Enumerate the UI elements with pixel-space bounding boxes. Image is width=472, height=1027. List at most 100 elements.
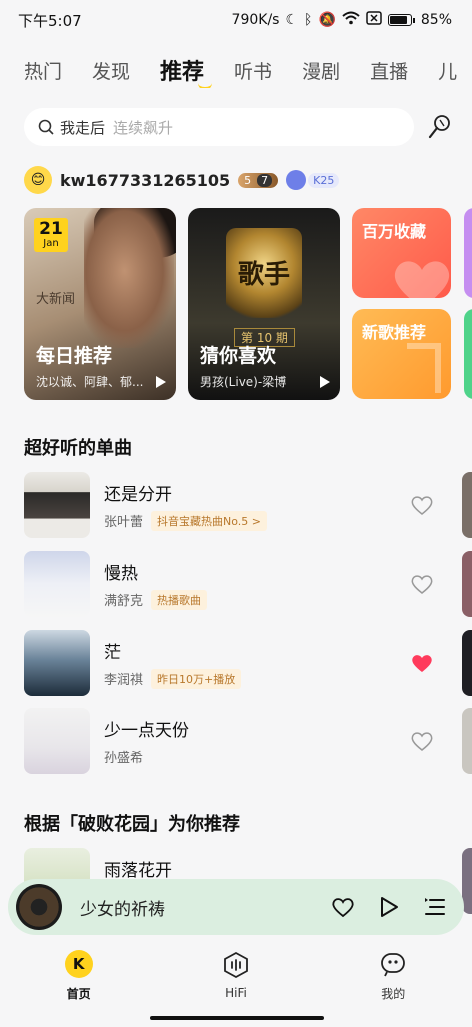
nav-hifi[interactable]: HiFi <box>196 950 276 1000</box>
bottom-nav: K 首页 HiFi 我的 <box>0 940 472 1010</box>
battery-tip <box>412 17 415 23</box>
bluetooth-icon: ᛒ <box>304 12 313 28</box>
song-title: 雨落花开 <box>104 861 172 881</box>
gesture-home-bar[interactable] <box>150 1016 324 1020</box>
k-badge-label: K25 <box>308 172 340 188</box>
nav-home-label: 首页 <box>66 986 91 1001</box>
cover-art-text: 大新闻 <box>36 292 76 307</box>
user-row[interactable]: 😊 kw1677331265105 5 7 K25 <box>24 166 340 194</box>
tab-recommend[interactable]: 推荐 <box>160 54 213 88</box>
username: kw1677331265105 <box>60 170 231 190</box>
next-cards-peek <box>464 208 472 400</box>
play-icon <box>381 897 398 917</box>
date-day: 21 <box>39 219 63 239</box>
song-artist: 李润祺 <box>104 673 144 688</box>
song-title: 还是分开 <box>104 484 172 505</box>
network-speed: 790K/s <box>231 12 280 28</box>
heart-decoration-icon <box>394 261 450 298</box>
song-info: 茫 李润祺 昨日10万+播放 <box>104 638 410 689</box>
tab-comic-drama[interactable]: 漫剧 <box>302 57 340 84</box>
new-songs-card-title: 新歌推荐 <box>362 323 427 342</box>
song-tag[interactable]: 抖音宝藏热曲No.5 > <box>151 510 267 531</box>
k-badge-icon <box>286 170 307 190</box>
new-songs-card[interactable]: 新歌推荐 <box>352 309 451 399</box>
song-artist: 孙盛希 <box>104 751 144 766</box>
mine-face-icon <box>378 949 408 979</box>
song-meta: 孙盛希 <box>104 747 410 766</box>
mini-card-stack: 百万收藏 新歌推荐 <box>352 208 451 400</box>
peek-cover <box>462 708 472 774</box>
nav-mine[interactable]: 我的 <box>353 949 433 1002</box>
k-badge[interactable]: K25 <box>286 170 340 190</box>
play-icon[interactable] <box>156 376 166 388</box>
level-badge[interactable]: 5 7 <box>238 172 279 188</box>
playlist-icon <box>425 898 445 915</box>
guess-card-subtitle: 男孩(Live)-梁博 <box>200 375 287 389</box>
date-badge: 21 Jan <box>34 218 68 252</box>
song-cover <box>24 708 90 774</box>
level-b: 7 <box>257 173 273 187</box>
player-song-title: 少女的祈祷 <box>80 899 165 920</box>
show-logo-text: 歌手 <box>238 260 291 290</box>
heart-outline-icon <box>332 898 354 918</box>
million-favorites-card[interactable]: 百万收藏 <box>352 208 451 298</box>
heart-outline-icon[interactable] <box>410 494 434 516</box>
peek-card-green[interactable] <box>464 309 472 399</box>
song-row[interactable]: 茫 李润祺 昨日10万+播放 <box>24 630 434 696</box>
peek-cover <box>462 551 472 617</box>
section-title-recommend: 根据「破败花园」为你推荐 <box>24 814 240 835</box>
song-info: 雨落花开 <box>104 848 434 881</box>
player-like-button[interactable] <box>330 894 356 920</box>
song-info: 少一点天份 孙盛希 <box>104 716 410 766</box>
cover-portrait-art <box>84 208 174 348</box>
song-title: 慢热 <box>104 563 138 584</box>
battery-icon <box>387 14 412 26</box>
daily-recommend-card[interactable]: 21 Jan 大新闻 每日推荐 沈以诚、阿肆、郁... <box>24 208 176 400</box>
song-row[interactable]: 还是分开 张叶蕾 抖音宝藏热曲No.5 > <box>24 472 434 538</box>
section-title-singles: 超好听的单曲 <box>24 438 132 459</box>
nav-mine-label: 我的 <box>381 986 406 1001</box>
guess-you-like-card[interactable]: 歌手 第 10 期 猜你喜欢 男孩(Live)-梁博 <box>188 208 340 400</box>
search-term: 我走后 <box>60 118 106 137</box>
tab-kids[interactable]: 儿 <box>438 57 457 84</box>
song-artist: 满舒克 <box>104 594 144 609</box>
tab-discover[interactable]: 发现 <box>92 57 130 84</box>
tab-hot[interactable]: 热门 <box>24 57 62 84</box>
song-row[interactable]: 少一点天份 孙盛希 <box>24 708 434 774</box>
voice-search-button[interactable] <box>426 113 454 141</box>
avatar[interactable]: 😊 <box>24 166 52 194</box>
player-cover-disc[interactable] <box>16 884 62 930</box>
home-k-icon: K <box>64 949 94 979</box>
favorites-card-title: 百万收藏 <box>362 222 427 241</box>
microphone-music-icon <box>428 115 450 139</box>
peek-cover <box>462 472 472 538</box>
search-input[interactable]: 我走后 连续飙升 <box>24 108 414 146</box>
nav-home[interactable]: K 首页 <box>39 949 119 1002</box>
moon-icon: ☾ <box>285 12 299 28</box>
player-play-button[interactable] <box>376 894 402 920</box>
play-icon[interactable] <box>320 376 330 388</box>
song-cover <box>24 551 90 617</box>
tab-live[interactable]: 直播 <box>370 57 408 84</box>
mini-player[interactable]: 少女的祈祷 <box>8 879 464 935</box>
playlist-button[interactable] <box>422 894 448 920</box>
heart-filled-icon[interactable] <box>410 652 434 674</box>
peek-card-purple[interactable] <box>464 208 472 298</box>
wifi-icon <box>342 11 360 29</box>
song-cover <box>24 472 90 538</box>
song-tag: 热播歌曲 <box>151 589 208 610</box>
level-a: 5 <box>244 173 252 187</box>
tab-audiobook[interactable]: 听书 <box>234 57 272 84</box>
heart-outline-icon[interactable] <box>410 573 434 595</box>
nav-hifi-label: HiFi <box>225 986 247 1000</box>
status-bar: 下午5:07 790K/s ☾ ᛒ 🔕 85% <box>0 0 472 40</box>
date-month: Jan <box>43 238 59 249</box>
music-note-decoration-icon <box>407 343 441 393</box>
sim-off-icon <box>366 11 382 29</box>
status-icons: 790K/s ☾ ᛒ 🔕 85% <box>232 11 452 29</box>
peek-cover <box>462 630 472 696</box>
song-row[interactable]: 慢热 满舒克 热播歌曲 <box>24 551 434 617</box>
heart-outline-icon[interactable] <box>410 730 434 752</box>
song-info: 还是分开 张叶蕾 抖音宝藏热曲No.5 > <box>104 480 410 531</box>
song-artist: 张叶蕾 <box>104 515 144 530</box>
